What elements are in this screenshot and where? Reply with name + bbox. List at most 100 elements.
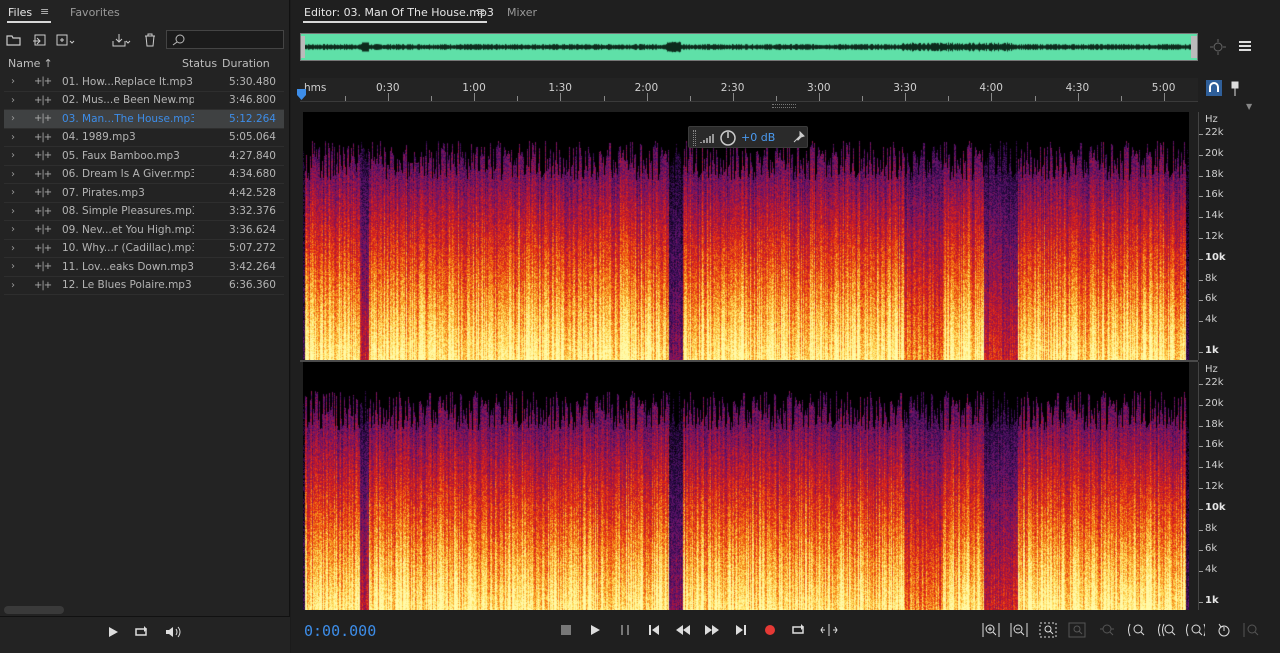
- expand-arrow-icon[interactable]: ›: [6, 224, 20, 235]
- hz-label: 6k: [1205, 543, 1218, 555]
- hz-tick-mark: [1199, 425, 1203, 427]
- pin-hud-icon[interactable]: [793, 131, 805, 143]
- expand-arrow-icon[interactable]: ›: [6, 76, 20, 87]
- spectrogram-right-channel[interactable]: [303, 362, 1189, 610]
- display-menu-icon[interactable]: [1238, 40, 1252, 52]
- editor-menu-icon[interactable]: ≡: [476, 5, 485, 18]
- hz-tick-mark: [1199, 488, 1203, 489]
- fast-forward-button[interactable]: [702, 620, 722, 640]
- move-to-previous-button[interactable]: [644, 620, 664, 640]
- horizontal-scrollbar[interactable]: [4, 606, 64, 614]
- rewind-button[interactable]: [673, 620, 693, 640]
- column-duration[interactable]: Duration: [222, 57, 270, 70]
- file-duration: 5:12.264: [229, 112, 276, 125]
- zoom-in-out-point-button[interactable]: [1097, 620, 1117, 640]
- file-row[interactable]: › +|+ 07. Pirates.mp3 4:42.528: [4, 184, 284, 203]
- expand-arrow-icon[interactable]: ›: [6, 113, 20, 124]
- ruler-minor-mark: [862, 96, 864, 101]
- file-row[interactable]: › +|+ 02. Mus...e Been New.mp3 3:46.800: [4, 92, 284, 110]
- expand-arrow-icon[interactable]: ›: [6, 280, 20, 291]
- search-input[interactable]: [166, 30, 284, 49]
- expand-arrow-icon[interactable]: ›: [6, 261, 20, 272]
- zoom-out-full-button[interactable]: [1067, 620, 1087, 640]
- file-row[interactable]: › +|+ 03. Man...The House.mp3 5:12.264: [4, 110, 284, 129]
- zoom-out-amplitude-button[interactable]: [1009, 620, 1029, 640]
- loop-preview-icon[interactable]: [134, 625, 150, 639]
- hz-tick-mark: [1199, 571, 1203, 573]
- expand-arrow-icon[interactable]: ›: [6, 95, 20, 106]
- autoplay-icon[interactable]: [162, 625, 184, 639]
- zoom-in-amplitude-button[interactable]: [981, 620, 1001, 640]
- file-name: 02. Mus...e Been New.mp3: [62, 94, 194, 107]
- expand-arrow-icon[interactable]: ›: [6, 243, 20, 254]
- marker-pin-icon[interactable]: [1230, 81, 1240, 97]
- hz-label: 10k: [1205, 501, 1226, 513]
- zoom-navigator-icon[interactable]: [1209, 38, 1227, 56]
- zoom-out-frequency-button[interactable]: [1242, 620, 1262, 640]
- ruler-minor-mark: [689, 96, 691, 101]
- new-file-icon[interactable]: [56, 33, 76, 47]
- pause-button[interactable]: [615, 620, 635, 640]
- tab-favorites[interactable]: Favorites: [70, 6, 120, 19]
- zoom-to-selection-button[interactable]: [1038, 620, 1058, 640]
- file-row[interactable]: › +|+ 05. Faux Bamboo.mp3 4:27.840: [4, 147, 284, 166]
- time-ruler[interactable]: hms 0:30 1:00 1:30 2:00 2:30 3:00 3:30 4:00 4:30…: [300, 78, 1198, 102]
- audio-file-icon: +|+: [34, 205, 52, 217]
- reset-zoom-button[interactable]: [1214, 620, 1234, 640]
- ruler-minor-mark: [948, 96, 950, 101]
- file-row[interactable]: › +|+ 12. Le Blues Polaire.mp3 6:36.360: [4, 277, 284, 295]
- expand-arrow-icon[interactable]: ›: [6, 169, 20, 180]
- file-row[interactable]: › +|+ 10. Why...r (Cadillac).mp3 5:07.272: [4, 240, 284, 258]
- delete-icon[interactable]: [143, 33, 157, 47]
- playhead-marker[interactable]: [296, 89, 307, 100]
- volume-hud[interactable]: +0 dB: [688, 126, 808, 148]
- move-to-next-button[interactable]: [731, 620, 751, 640]
- insert-into-multitrack-icon[interactable]: [112, 33, 132, 47]
- expand-arrow-icon[interactable]: ›: [6, 150, 20, 161]
- file-row[interactable]: › +|+ 04. 1989.mp3 5:05.064: [4, 129, 284, 147]
- channel-expand-icon[interactable]: ▼: [1246, 102, 1252, 111]
- file-row[interactable]: › +|+ 11. Lov...eaks Down.mp3 3:42.264: [4, 258, 284, 277]
- overview-left-handle[interactable]: [301, 36, 305, 58]
- open-file-icon[interactable]: [6, 33, 22, 47]
- timecode-display[interactable]: 0:00.000: [304, 622, 376, 640]
- ruler-tick-mark: [819, 93, 820, 101]
- expand-arrow-icon[interactable]: ›: [6, 132, 20, 143]
- ruler-minor-mark: [776, 96, 777, 101]
- tab-files[interactable]: Files: [8, 6, 32, 19]
- tab-mixer[interactable]: Mixer: [507, 6, 537, 19]
- file-name: 10. Why...r (Cadillac).mp3: [62, 242, 194, 255]
- panel-menu-icon[interactable]: ≡: [40, 5, 49, 18]
- tab-editor[interactable]: Editor: 03. Man Of The House.mp3: [304, 6, 494, 19]
- audio-file-icon: +|+: [34, 168, 52, 180]
- expand-arrow-icon[interactable]: ›: [6, 187, 20, 198]
- zoom-in-frequency-button[interactable]: [1185, 620, 1205, 640]
- hz-tick-mark: [1199, 602, 1203, 603]
- zoom-in-point-button[interactable]: [1126, 620, 1146, 640]
- file-row[interactable]: › +|+ 06. Dream Is A Giver.mp3 4:34.680: [4, 166, 284, 184]
- file-row[interactable]: › +|+ 01. How...Replace It.mp3 5:30.480: [4, 73, 284, 92]
- vertical-scroll-grip[interactable]: [772, 104, 796, 108]
- column-status[interactable]: Status: [182, 57, 217, 70]
- expand-arrow-icon[interactable]: ›: [6, 206, 20, 217]
- play-preview-icon[interactable]: [107, 626, 119, 638]
- audio-file-icon: +|+: [34, 261, 52, 273]
- file-row[interactable]: › +|+ 09. Nev...et You High.mp3 3:36.624: [4, 221, 284, 240]
- record-button[interactable]: [760, 620, 780, 640]
- zoom-out-point-button[interactable]: [1156, 620, 1176, 640]
- spectrogram-left-channel[interactable]: [303, 112, 1189, 360]
- stop-button[interactable]: [556, 620, 576, 640]
- play-button[interactable]: [585, 620, 605, 640]
- column-name[interactable]: Name ↑: [8, 57, 53, 70]
- volume-knob-icon[interactable]: [719, 129, 737, 147]
- hz-label: 18k: [1205, 168, 1224, 180]
- file-row[interactable]: › +|+ 08. Simple Pleasures.mp3 3:32.376: [4, 203, 284, 221]
- snap-magnet-icon[interactable]: [1206, 80, 1222, 96]
- overview-waveform[interactable]: [300, 33, 1198, 61]
- skip-selection-button[interactable]: [819, 620, 839, 640]
- file-name: 04. 1989.mp3: [62, 131, 136, 144]
- overview-right-handle[interactable]: [1191, 36, 1197, 58]
- loop-playback-button[interactable]: [789, 620, 809, 640]
- hud-drag-grip[interactable]: [693, 130, 696, 146]
- import-file-icon[interactable]: [32, 33, 50, 47]
